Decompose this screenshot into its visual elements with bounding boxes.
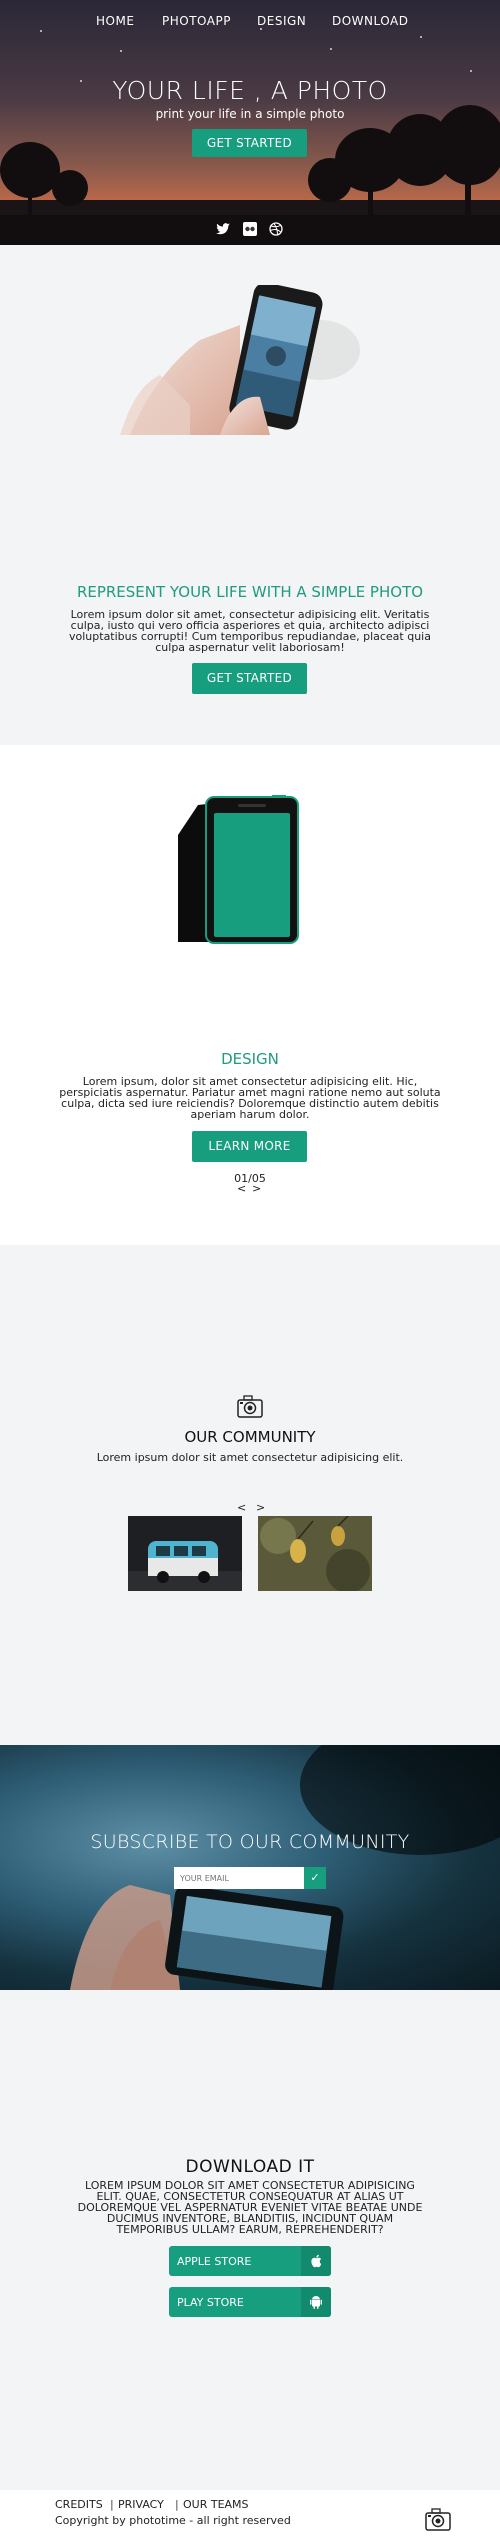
nav-home[interactable]: HOME	[96, 14, 134, 28]
star	[260, 28, 262, 30]
nav-download[interactable]: DOWNLOAD	[332, 14, 408, 28]
android-icon	[301, 2287, 331, 2317]
design-text-line: aperiam harum dolor.	[190, 1108, 310, 1121]
design-prev-arrow[interactable]: <	[237, 1182, 246, 1195]
star	[470, 70, 472, 72]
star	[420, 36, 422, 38]
star	[40, 30, 42, 32]
design-section: DESIGN Lorem ipsum, dolor sit amet conse…	[0, 745, 500, 1245]
subscribe-section: SUBSCRIBE TO OUR COMMUNITY ✓	[0, 1745, 500, 1990]
get-started-button[interactable]: GET STARTED	[192, 129, 307, 157]
hand-phone-image	[120, 285, 360, 435]
flickr-icon[interactable]	[242, 222, 258, 236]
hero-title: YOUR LIFE , A PHOTO	[112, 76, 388, 105]
email-input[interactable]	[174, 1867, 304, 1889]
subscribe-title: SUBSCRIBE TO OUR COMMUNITY	[90, 1831, 410, 1853]
nav-design[interactable]: DESIGN	[257, 14, 306, 28]
hero-section: HOME PHOTOAPP DESIGN DOWNLOAD YOUR LIFE …	[0, 0, 500, 245]
dribbble-icon[interactable]	[268, 222, 284, 236]
represent-section: REPRESENT YOUR LIFE WITH A SIMPLE PHOTO …	[0, 245, 500, 745]
play-store-label: PLAY STORE	[177, 2296, 244, 2309]
star	[120, 50, 122, 52]
download-section: DOWNLOAD IT LOREM IPSUM DOLOR SIT AMET C…	[0, 1990, 500, 2490]
design-pager: 01/05	[234, 1172, 266, 1185]
community-title: OUR COMMUNITY	[184, 1428, 316, 1446]
footer-separator: |	[175, 2498, 179, 2511]
footer-copyright: Copyright by phototime - all right reser…	[55, 2514, 291, 2527]
download-title: DOWNLOAD IT	[185, 2157, 315, 2177]
community-photo-van[interactable]	[128, 1516, 242, 1591]
represent-text-line: culpa aspernatur velit laboriosam!	[155, 641, 345, 654]
community-text: Lorem ipsum dolor sit amet consectetur a…	[96, 1451, 404, 1464]
footer-link-credits[interactable]: CREDITS	[55, 2498, 103, 2511]
community-prev-arrow[interactable]: <	[237, 1501, 246, 1514]
camera-icon	[237, 1395, 263, 1418]
learn-more-button[interactable]: LEARN MORE	[192, 1131, 307, 1162]
footer-link-our-teams[interactable]: OUR TEAMS	[183, 2498, 249, 2511]
apple-store-label: APPLE STORE	[177, 2255, 252, 2268]
footer-separator: |	[110, 2498, 114, 2511]
community-section: OUR COMMUNITY Lorem ipsum dolor sit amet…	[0, 1245, 500, 1745]
design-next-arrow[interactable]: >	[252, 1182, 261, 1195]
get-started-button-2[interactable]: GET STARTED	[192, 663, 307, 694]
community-photo-leaves[interactable]	[258, 1516, 372, 1591]
community-next-arrow[interactable]: >	[256, 1501, 265, 1514]
represent-title: REPRESENT YOUR LIFE WITH A SIMPLE PHOTO	[76, 583, 424, 601]
apple-store-button[interactable]: APPLE STORE	[169, 2246, 331, 2276]
download-text-line: TEMPORIBUS ULLAM? EARUM, REPREHENDERIT?	[116, 2223, 384, 2236]
design-title: DESIGN	[221, 1050, 279, 1068]
camera-icon	[425, 2508, 451, 2531]
play-store-button[interactable]: PLAY STORE	[169, 2287, 331, 2317]
footer-link-privacy[interactable]: PRIVACY	[118, 2498, 164, 2511]
apple-icon	[301, 2246, 331, 2276]
subscribe-submit-button[interactable]: ✓	[304, 1867, 326, 1889]
twitter-icon[interactable]	[215, 222, 231, 236]
footer: CREDITS | PRIVACY | OUR TEAMS Copyright …	[0, 2490, 500, 2540]
nav-photoapp[interactable]: PHOTOAPP	[162, 14, 231, 28]
hero-subtitle: print your life in a simple photo	[155, 107, 345, 121]
star	[330, 48, 332, 50]
phone-image	[178, 795, 299, 944]
